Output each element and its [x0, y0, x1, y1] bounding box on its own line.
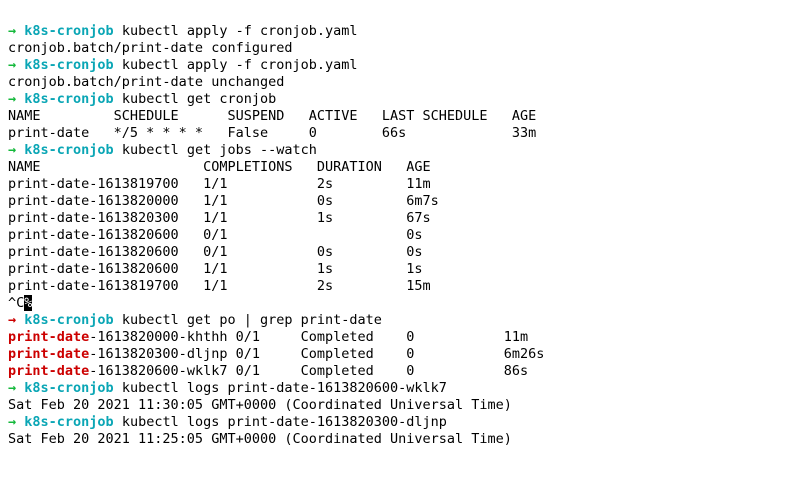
command-text: kubectl get po | grep print-date [122, 312, 382, 328]
grep-match: print-date [8, 363, 89, 379]
prompt-line-5: → k8s-cronjob kubectl get po | grep prin… [8, 312, 382, 328]
prompt-line-4: → k8s-cronjob kubectl get jobs --watch [8, 142, 317, 158]
table-row: print-date-1613820300-dljnp 0/1 Complete… [8, 346, 544, 362]
pods-table: print-date-1613820000-khthh 0/1 Complete… [8, 329, 544, 379]
command-text: kubectl apply -f cronjob.yaml [122, 23, 358, 39]
prompt-line-6: → k8s-cronjob kubectl logs print-date-16… [8, 380, 447, 396]
interrupt-line: ^C% [8, 295, 32, 311]
prompt-dir: k8s-cronjob [24, 414, 113, 430]
arrow-icon: → [8, 142, 16, 158]
output-line: cronjob.batch/print-date configured [8, 40, 292, 56]
command-text: kubectl get cronjob [122, 91, 276, 107]
table-header: NAME SCHEDULE SUSPEND ACTIVE LAST SCHEDU… [8, 108, 536, 124]
command-text: kubectl logs print-date-1613820300-dljnp [122, 414, 447, 430]
arrow-icon: → [8, 414, 16, 430]
prompt-dir: k8s-cronjob [24, 142, 113, 158]
arrow-icon: → [8, 57, 16, 73]
prompt-line-3: → k8s-cronjob kubectl get cronjob [8, 91, 276, 107]
table-row: print-date */5 * * * * False 0 66s 33m [8, 125, 536, 141]
prompt-dir: k8s-cronjob [24, 91, 113, 107]
grep-match: print-date [8, 346, 89, 362]
arrow-icon: → [8, 312, 16, 328]
table-header: NAME COMPLETIONS DURATION AGE [8, 159, 431, 175]
output-line: cronjob.batch/print-date unchanged [8, 74, 284, 90]
grep-match: print-date [8, 329, 89, 345]
command-text: kubectl logs print-date-1613820600-wklk7 [122, 380, 447, 396]
cursor-block-icon: % [24, 295, 32, 311]
prompt-line-1: → k8s-cronjob kubectl apply -f cronjob.y… [8, 23, 358, 39]
output-line: Sat Feb 20 2021 11:30:05 GMT+0000 (Coord… [8, 397, 512, 413]
table-row: print-date-1613820600-wklk7 0/1 Complete… [8, 363, 528, 379]
interrupt-text: ^C [8, 295, 24, 311]
command-text: kubectl apply -f cronjob.yaml [122, 57, 358, 73]
arrow-icon: → [8, 23, 16, 39]
arrow-icon: → [8, 91, 16, 107]
terminal-output[interactable]: → k8s-cronjob kubectl apply -f cronjob.y… [0, 0, 800, 454]
command-text: kubectl get jobs --watch [122, 142, 317, 158]
prompt-line-2: → k8s-cronjob kubectl apply -f cronjob.y… [8, 57, 358, 73]
output-line: Sat Feb 20 2021 11:25:05 GMT+0000 (Coord… [8, 431, 512, 447]
prompt-dir: k8s-cronjob [24, 312, 113, 328]
arrow-icon: → [8, 380, 16, 396]
prompt-line-7: → k8s-cronjob kubectl logs print-date-16… [8, 414, 447, 430]
jobs-table: print-date-1613819700 1/1 2s 11m print-d… [8, 176, 439, 294]
table-row: print-date-1613820000-khthh 0/1 Complete… [8, 329, 528, 345]
prompt-dir: k8s-cronjob [24, 23, 113, 39]
prompt-dir: k8s-cronjob [24, 57, 113, 73]
prompt-dir: k8s-cronjob [24, 380, 113, 396]
